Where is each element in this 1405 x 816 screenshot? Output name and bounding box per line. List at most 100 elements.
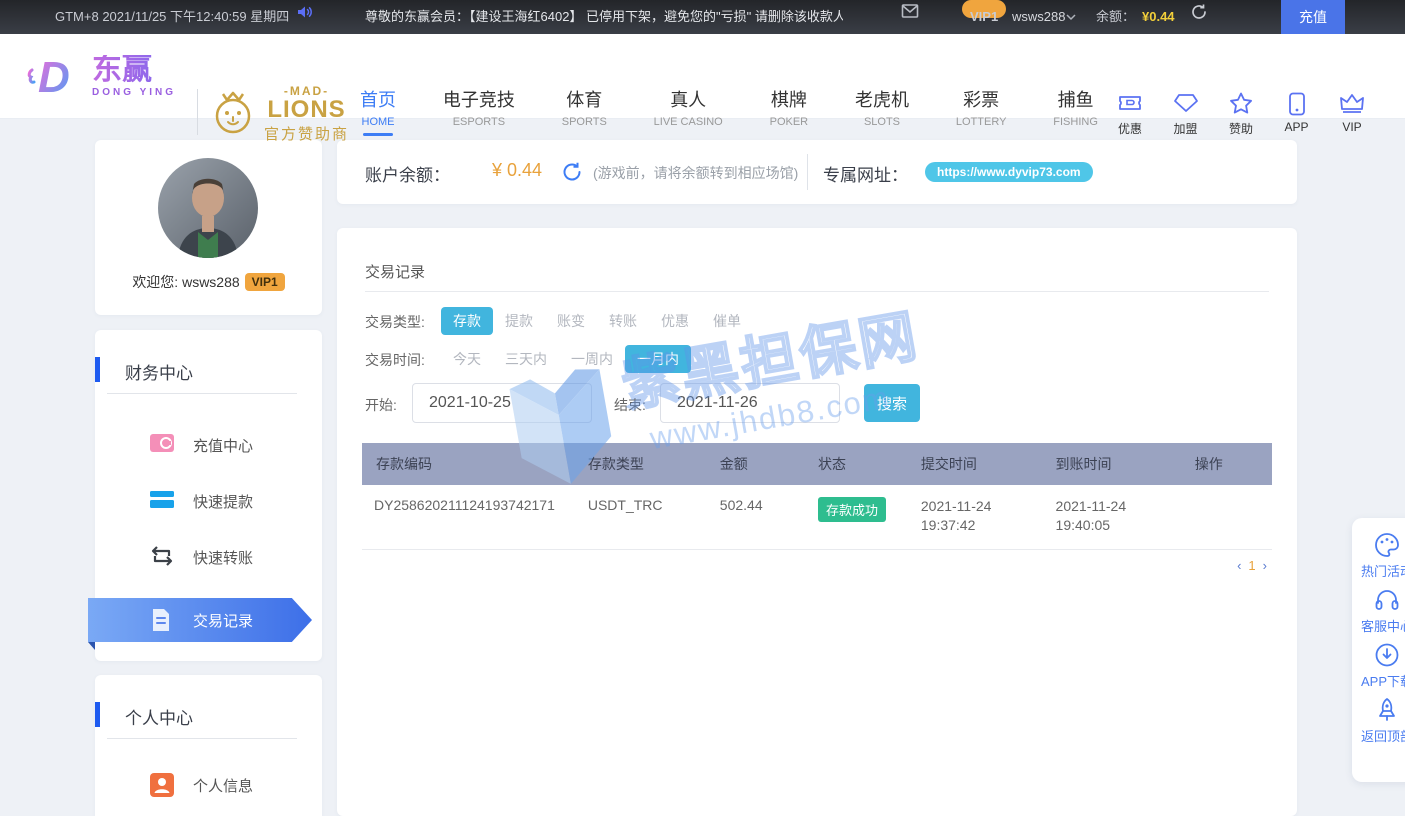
nav-item-promotions[interactable]: 优惠 [1107,92,1153,137]
balance-value: ¥0.44 [1142,0,1175,34]
mail-icon[interactable] [900,0,920,34]
menu-item-quick-withdraw[interactable]: 快速提款 [95,481,322,521]
account-balance-label: 账户余额： [365,161,450,186]
accent-bar [95,702,100,727]
float-item-app-download[interactable]: APP下载 [1352,642,1405,690]
nav-item-home[interactable]: 首页 HOME [360,86,396,136]
nav-item-live-casino[interactable]: 真人 LIVE CASINO [654,86,723,136]
exclusive-url-label: 专属网址： [823,161,908,186]
star-icon [1218,92,1264,116]
type-pill-deposit[interactable]: 存款 [441,307,493,335]
d-logo-icon: D [26,50,86,102]
finance-title: 财务中心 [125,359,193,384]
menu-item-quick-transfer[interactable]: 快速转账 [95,537,322,577]
nav-item-sports[interactable]: 体育 SPORTS [562,86,607,136]
recharge-button[interactable]: 充值 [1281,0,1345,34]
crown-icon [1329,92,1375,116]
float-item-back-to-top[interactable]: 返回顶部 [1352,697,1405,745]
lion-icon [210,88,256,140]
menu-item-personal-info[interactable]: 个人信息 [95,765,322,805]
document-icon [149,607,173,638]
type-pill-transfer[interactable]: 转账 [597,307,649,335]
time-pill-3days[interactable]: 三天内 [493,345,559,373]
person-icon [149,772,175,803]
svg-text:D: D [38,53,70,102]
refresh-icon[interactable] [561,161,583,188]
type-pill-account-change[interactable]: 账变 [545,307,597,335]
account-balance-bar: 账户余额： ¥ 0.44 (游戏前，请将余额转到相应场馆) 专属网址： http… [337,140,1297,204]
prev-page-button[interactable]: ‹ [1237,558,1241,573]
table-header-row: 存款编码 存款类型 金额 状态 提交时间 到账时间 操作 [362,443,1272,485]
sponsor-logo: -MAD- LIONS 官方赞助商 [210,84,349,144]
cell-deposit-code: DY258620211124193742171 [362,485,576,550]
pagination: ‹ 1 › [1237,558,1267,573]
avatar [158,158,258,258]
exclusive-url-pill[interactable]: https://www.dyvip73.com [925,162,1093,182]
time-pill-today[interactable]: 今天 [441,345,493,373]
panel-title: 交易记录 [365,261,425,282]
end-date-input[interactable] [660,383,840,423]
cell-arrival-time: 2021-11-24 19:40:05 [1044,485,1183,550]
active-underline [363,133,393,136]
nav-item-app[interactable]: APP [1274,92,1320,137]
welcome-text: 欢迎您: wsws288 [132,274,239,290]
nav-item-slots[interactable]: 老虎机 SLOTS [855,86,909,136]
divider [807,154,808,190]
type-filter-label: 交易类型: [365,312,425,332]
site-logo[interactable]: D 东赢 DONG YING [26,50,176,102]
time-pill-week[interactable]: 一周内 [559,345,625,373]
time-filter-row: 今天 三天内 一周内 一月内 [441,345,691,373]
time-pill-month[interactable]: 一月内 [625,345,691,373]
accent-bar [95,357,100,382]
chevron-down-icon[interactable] [1066,0,1076,34]
divider [365,291,1269,292]
headset-icon [1352,587,1405,613]
top-bar: GTM+8 2021/11/25 下午12:40:59 星期四 尊敬的东赢会员：… [0,0,1405,34]
refresh-balance-icon[interactable] [1190,0,1208,34]
profile-card: 欢迎您: wsws288VIP1 [95,140,322,315]
palette-icon [1352,532,1405,558]
nav-icon-list: 优惠 加盟 赞助 APP [1107,92,1375,137]
welcome-row: 欢迎您: wsws288VIP1 [95,272,322,292]
status-badge: 存款成功 [818,497,886,522]
search-button[interactable]: 搜索 [864,384,920,422]
menu-item-recharge-center[interactable]: 充值中心 [95,425,322,465]
wallet-icon [149,432,175,459]
personal-menu-card: 个人中心 个人信息 [95,675,322,816]
col-amount: 金额 [708,443,806,485]
logo-en-text: DONG YING [92,87,176,98]
next-page-button[interactable]: › [1263,558,1267,573]
cell-amount: 502.44 [708,485,806,550]
cell-deposit-type: USDT_TRC [576,485,708,550]
type-pill-promo[interactable]: 优惠 [649,307,701,335]
type-pill-withdraw[interactable]: 提款 [493,307,545,335]
float-item-customer-service[interactable]: 客服中心 [1352,587,1405,635]
datetime-text: GTM+8 2021/11/25 下午12:40:59 星期四 [55,0,289,34]
nav-item-esports[interactable]: 电子竞技 ESPORTS [443,86,515,136]
end-date-label: 结束: [614,395,646,415]
float-menu: 热门活动 客服中心 APP下载 返回顶部 [1352,518,1405,782]
sponsor-name-text: LIONS [264,98,349,122]
transfer-icon [149,544,175,573]
nav-item-affiliate[interactable]: 加盟 [1163,92,1209,137]
username-text[interactable]: wsws288 [1012,0,1065,34]
nav-item-lottery[interactable]: 彩票 LOTTERY [956,86,1007,136]
cell-submit-time: 2021-11-24 19:37:42 [909,485,1044,550]
nav-item-vip[interactable]: VIP [1329,92,1375,137]
phone-icon [1274,92,1320,116]
sponsor-sub-text: 官方赞助商 [264,123,349,144]
rocket-icon [1352,697,1405,723]
ticket-icon [1107,92,1153,116]
nav-item-poker[interactable]: 棋牌 POKER [770,86,809,136]
nav-item-fishing[interactable]: 捕鱼 FISHING [1053,86,1098,136]
page: GTM+8 2021/11/25 下午12:40:59 星期四 尊敬的东赢会员：… [0,0,1405,816]
vip-badge: VIP1 [962,0,1006,18]
nav-item-sponsor[interactable]: 赞助 [1218,92,1264,137]
float-item-hot-activities[interactable]: 热门活动 [1352,532,1405,580]
cell-status: 存款成功 [806,485,909,550]
menu-item-transaction-records[interactable]: 交易记录 [88,598,312,642]
start-date-input[interactable] [412,383,592,423]
card-icon [149,488,175,515]
current-page: 1 [1248,558,1255,573]
type-pill-reminder[interactable]: 催单 [701,307,753,335]
